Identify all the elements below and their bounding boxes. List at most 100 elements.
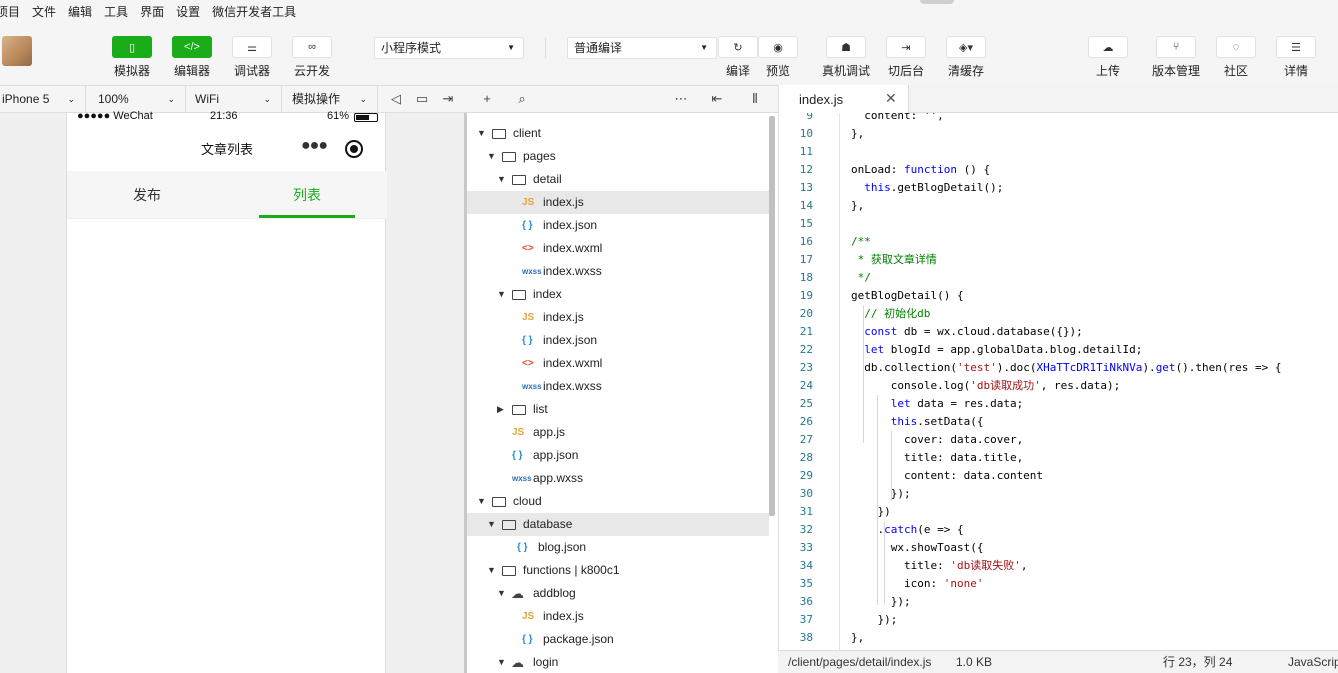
chevron-down-icon[interactable]: ▼ [497, 283, 506, 306]
menu-settings[interactable]: 设置 [176, 3, 200, 20]
tree-item[interactable]: ▼ ☁ addblog [467, 582, 769, 605]
simulator-button[interactable]: ▯ 模拟器 [112, 36, 152, 79]
code-line[interactable]: 37 }); [779, 611, 1338, 629]
mute-icon[interactable]: ◁ [386, 86, 406, 112]
tree-item[interactable]: ▼ database [467, 513, 769, 536]
tree-item[interactable]: ▼ index [467, 283, 769, 306]
tree-item[interactable]: ▼ functions | k800c1 [467, 559, 769, 582]
code-line[interactable]: 19 getBlogDetail() { [779, 287, 1338, 305]
editor-button[interactable]: </> 编辑器 [172, 36, 212, 79]
close-icon[interactable]: ✕ [885, 90, 897, 107]
avatar[interactable] [2, 36, 32, 66]
close-circle-icon[interactable] [345, 140, 363, 158]
dock-right-icon[interactable]: ⇥ [438, 86, 458, 112]
tree-item[interactable]: { } app.json [467, 444, 769, 467]
tree-item[interactable]: ▼ cloud [467, 490, 769, 513]
operation-select[interactable]: 模拟操作 ⌄ [282, 86, 378, 112]
upload-button[interactable]: ☁ 上传 [1088, 36, 1128, 79]
code-line[interactable]: 17 * 获取文章详情 [779, 251, 1338, 269]
mode-select[interactable]: 小程序模式 ▼ [374, 37, 524, 59]
code-line[interactable]: 10}, [779, 125, 1338, 143]
code-line[interactable]: 28 title: data.title, [779, 449, 1338, 467]
device-select[interactable]: iPhone 5 ⌄ [0, 86, 86, 112]
code-line[interactable]: 16 /** [779, 233, 1338, 251]
debugger-button[interactable]: ⚌ 调试器 [232, 36, 272, 79]
tree-item[interactable]: ▶ list [467, 398, 769, 421]
chevron-down-icon[interactable]: ▼ [487, 145, 496, 168]
menu-file[interactable]: 文件 [32, 3, 56, 20]
real-debug-button[interactable]: ☗ 真机调试 [822, 36, 870, 79]
code-editor[interactable]: 9 content: '', 10}, 11 12 onLoad: function (… [778, 113, 1338, 650]
code-line[interactable]: 30 }); [779, 485, 1338, 503]
language-mode[interactable]: JavaScript [1288, 651, 1338, 673]
tree-item[interactable]: ▼ pages [467, 145, 769, 168]
code-line[interactable]: 18 */ [779, 269, 1338, 287]
search-icon[interactable]: ⌕ [512, 86, 532, 112]
tree-item[interactable]: wxss index.wxss [467, 260, 769, 283]
clear-cache-button[interactable]: ◈▾ 清缓存 [946, 36, 986, 79]
code-line[interactable]: 9 content: '', [779, 113, 1338, 125]
tab-list[interactable]: 列表 [227, 171, 387, 219]
menu-view[interactable]: 界面 [140, 3, 164, 20]
chevron-down-icon[interactable]: ▼ [487, 559, 496, 582]
tree-item[interactable]: ▼ client [467, 122, 769, 145]
code-line[interactable]: 38}, [779, 629, 1338, 647]
code-line[interactable]: 29 content: data.content [779, 467, 1338, 485]
code-line[interactable]: 33 wx.showToast({ [779, 539, 1338, 557]
tree-item[interactable]: <> index.wxml [467, 352, 769, 375]
tree-item[interactable]: ▼ ☁ login [467, 651, 769, 673]
tree-item[interactable]: { } blog.json [467, 536, 769, 559]
split-icon[interactable]: ⫴ [745, 86, 765, 112]
tree-item[interactable]: JS index.js [467, 306, 769, 329]
menu-devtools[interactable]: 微信开发者工具 [212, 3, 296, 20]
code-line[interactable]: 12 onLoad: function () { [779, 161, 1338, 179]
more-icon[interactable]: ⋯ [671, 86, 691, 112]
tree-item[interactable]: JS app.js [467, 421, 769, 444]
chevron-down-icon[interactable]: ▼ [497, 582, 506, 605]
code-line[interactable]: 31 }) [779, 503, 1338, 521]
code-line[interactable]: 15 [779, 215, 1338, 233]
compile-mode-select[interactable]: 普通编译 ▼ [567, 37, 717, 59]
chevron-right-icon[interactable]: ▶ [497, 398, 504, 421]
add-icon[interactable]: + [477, 86, 497, 112]
tree-item[interactable]: { } index.json [467, 329, 769, 352]
code-line[interactable]: 36 }); [779, 593, 1338, 611]
compile-button[interactable]: ↻ 编译 [718, 36, 758, 79]
network-select[interactable]: WiFi ⌄ [186, 86, 282, 112]
background-button[interactable]: ⇥ 切后台 [886, 36, 926, 79]
tree-item[interactable]: ▼ detail [467, 168, 769, 191]
code-line[interactable]: 34 title: 'db读取失败', [779, 557, 1338, 575]
tree-item[interactable]: { } package.json [467, 628, 769, 651]
cursor-position[interactable]: 行 23，列 24 [1163, 651, 1232, 673]
editor-tab-index-js[interactable]: index.js ✕ [779, 85, 909, 113]
tree-scrollbar[interactable] [769, 116, 775, 516]
code-line[interactable]: 35 icon: 'none' [779, 575, 1338, 593]
tree-item[interactable]: JS index.js [467, 605, 769, 628]
tree-item[interactable]: wxss index.wxss [467, 375, 769, 398]
zoom-select[interactable]: 100% ⌄ [86, 86, 186, 112]
tab-publish[interactable]: 发布 [67, 171, 227, 219]
chevron-down-icon[interactable]: ▼ [497, 168, 506, 191]
more-dots-icon[interactable]: ●●● [301, 137, 328, 155]
code-line[interactable]: 13 this.getBlogDetail(); [779, 179, 1338, 197]
window-icon[interactable]: ▭ [412, 86, 432, 112]
tree-item[interactable]: <> index.wxml [467, 237, 769, 260]
tree-item[interactable]: { } index.json [467, 214, 769, 237]
code-line[interactable]: 32 .catch(e => { [779, 521, 1338, 539]
menu-project[interactable]: 项目 [0, 3, 20, 20]
community-button[interactable]: ◌ 社区 [1216, 36, 1256, 79]
chevron-down-icon[interactable]: ▼ [477, 122, 486, 145]
collapse-icon[interactable]: ⇤ [707, 86, 727, 112]
cloud-button[interactable]: ∞ 云开发 [292, 36, 332, 79]
version-button[interactable]: ⑂ 版本管理 [1152, 36, 1200, 79]
preview-button[interactable]: ◉ 预览 [758, 36, 798, 79]
tree-item[interactable]: wxss app.wxss [467, 467, 769, 490]
menu-tools[interactable]: 工具 [104, 3, 128, 20]
code-line[interactable]: 14}, [779, 197, 1338, 215]
code-line[interactable]: 11 [779, 143, 1338, 161]
chevron-down-icon[interactable]: ▼ [497, 651, 506, 673]
details-button[interactable]: ☰ 详情 [1276, 36, 1316, 79]
chevron-down-icon[interactable]: ▼ [477, 490, 486, 513]
chevron-down-icon[interactable]: ▼ [487, 513, 496, 536]
menu-edit[interactable]: 编辑 [68, 3, 92, 20]
